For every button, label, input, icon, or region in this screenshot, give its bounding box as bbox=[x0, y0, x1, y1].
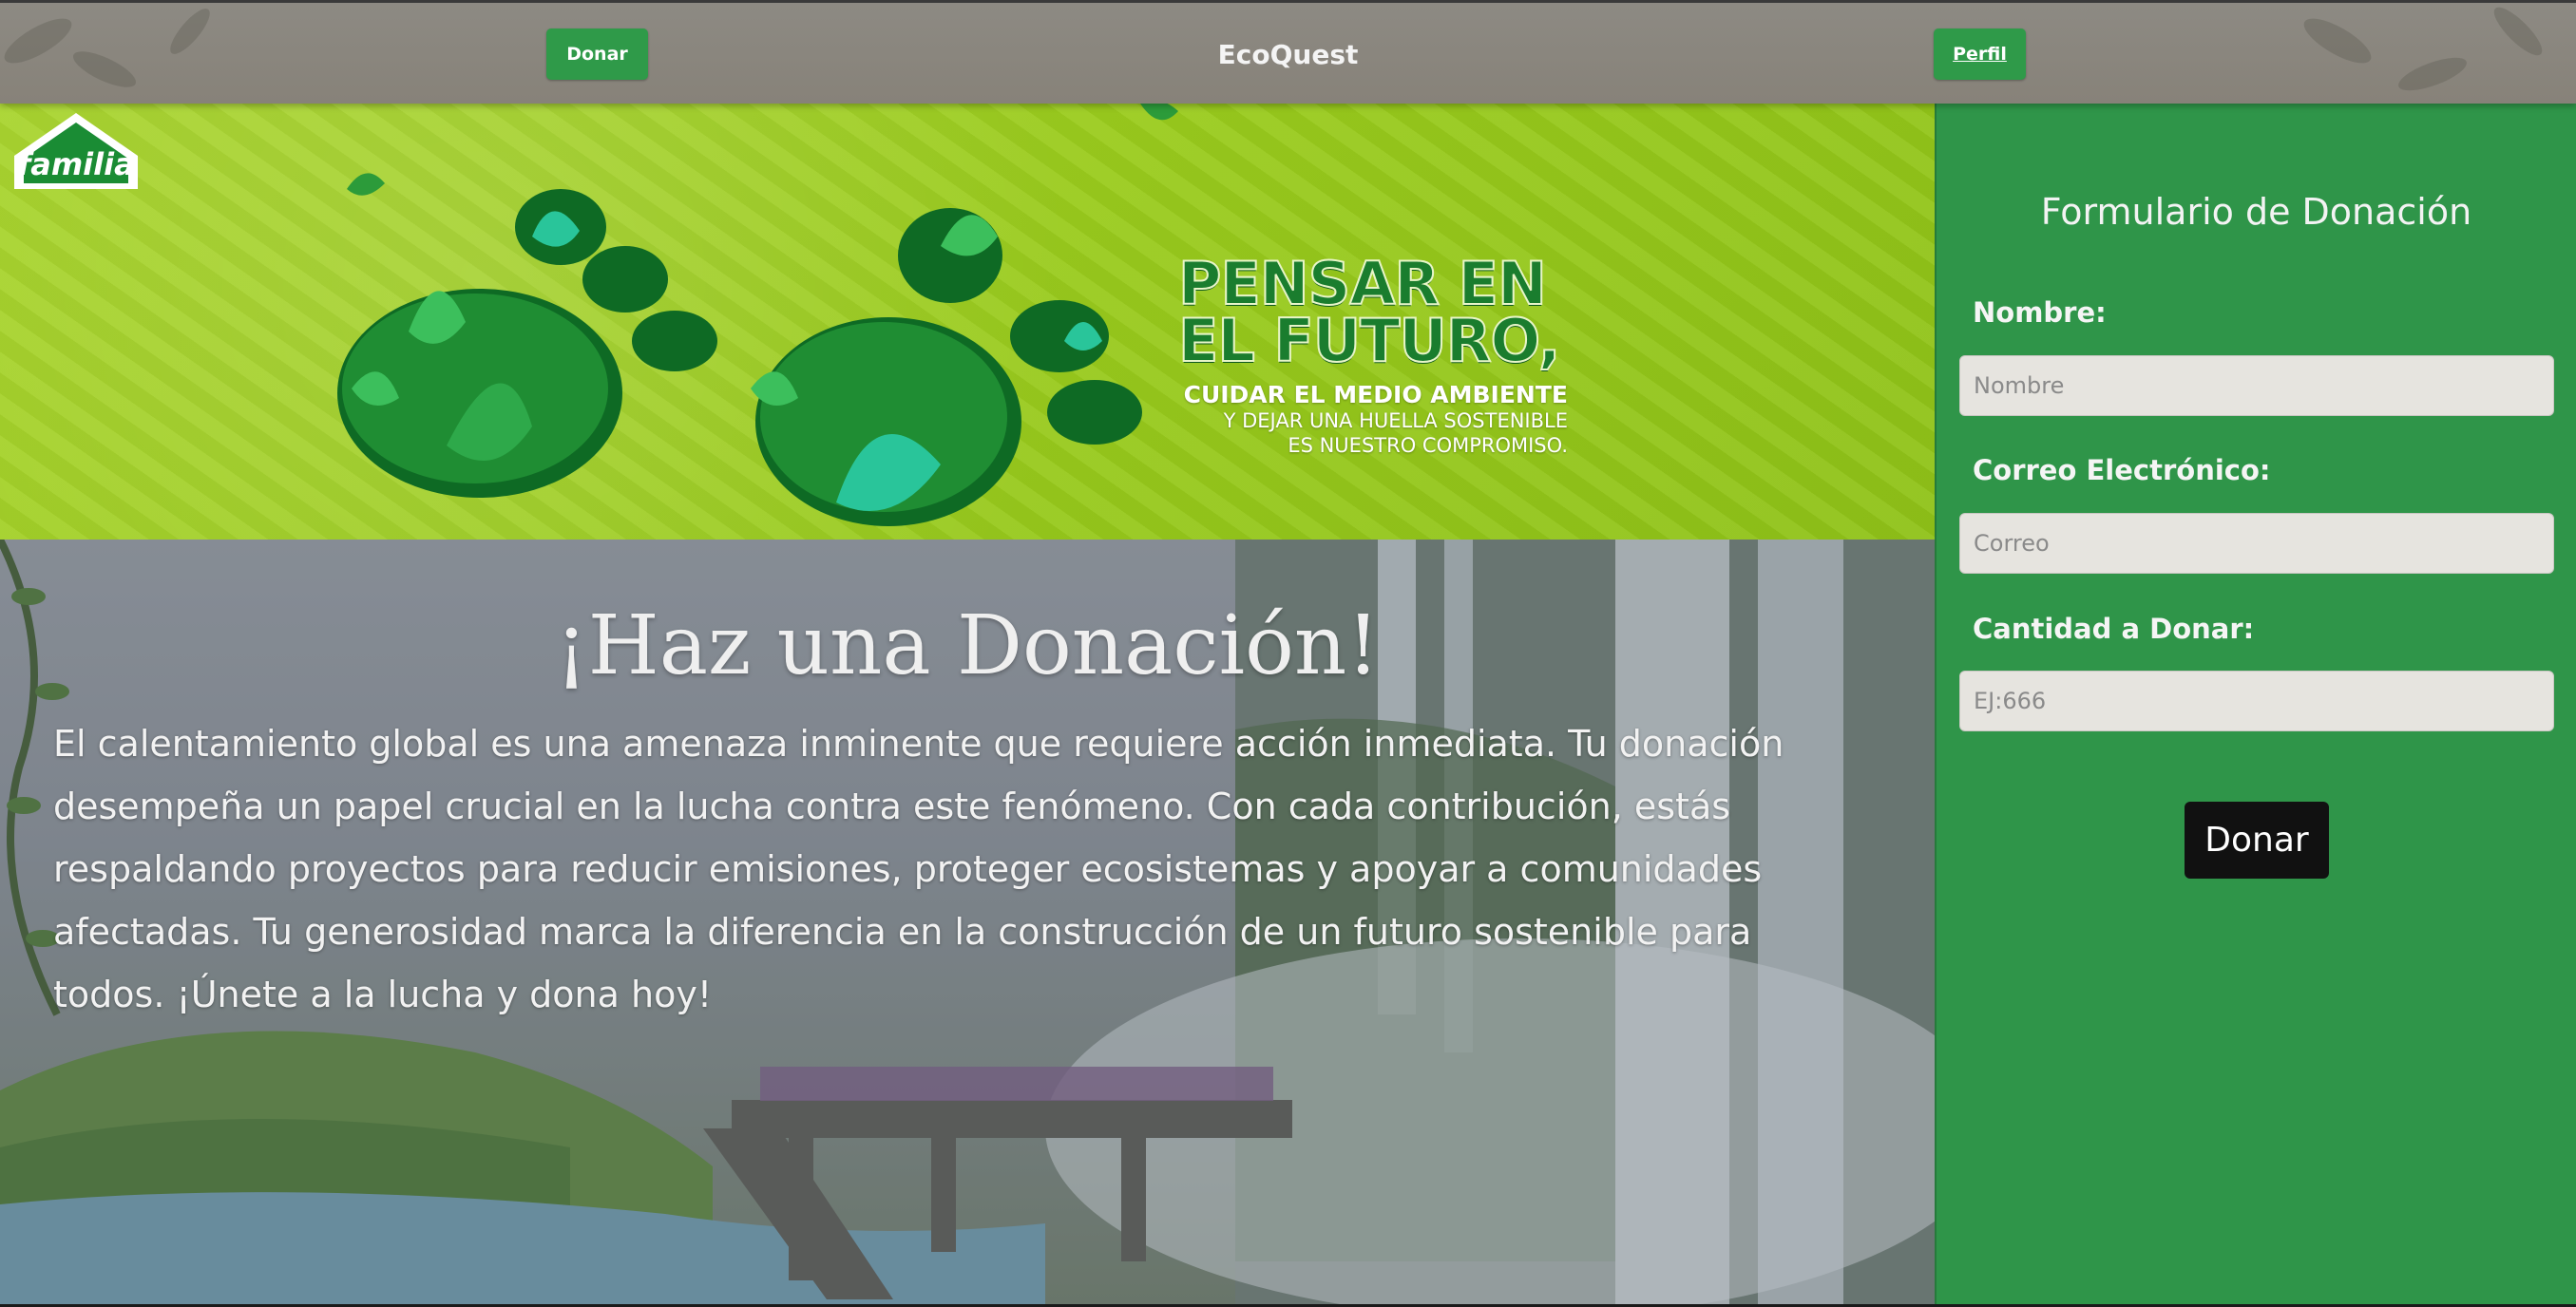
hero-description: El calentamiento global es una amenaza i… bbox=[53, 723, 1784, 1015]
familia-logo: familia bbox=[14, 113, 138, 189]
banner-headline-2: EL FUTURO, bbox=[1177, 306, 1561, 375]
brand-title[interactable]: EcoQuest bbox=[0, 39, 2576, 70]
form-title: Formulario de Donación bbox=[2040, 191, 2472, 233]
name-label: Nombre: bbox=[1973, 296, 2107, 329]
donation-form-panel: Formulario de Donación Nombre: Correo El… bbox=[1935, 104, 2576, 1304]
banner-subline-2: Y DEJAR UNA HUELLA SOSTENIBLE bbox=[1223, 409, 1568, 432]
amount-input[interactable] bbox=[1959, 671, 2554, 731]
top-navbar: Donar EcoQuest Perfil bbox=[0, 0, 2576, 104]
paw-print-left bbox=[337, 189, 717, 498]
svg-text:familia: familia bbox=[17, 146, 134, 182]
amount-label: Cantidad a Donar: bbox=[1973, 613, 2255, 645]
footprint-leaves-illustration bbox=[337, 104, 1178, 526]
hero-title: ¡Haz una Donación! bbox=[555, 598, 1380, 693]
hero-section: ¡Haz una Donación! El calentamiento glob… bbox=[0, 540, 1935, 1304]
email-input[interactable] bbox=[1959, 513, 2554, 574]
paw-print-right bbox=[751, 208, 1142, 526]
banner-subline-3: ES NUESTRO COMPROMISO. bbox=[1288, 434, 1568, 457]
nav-profile-button[interactable]: Perfil bbox=[1934, 28, 2026, 80]
email-label: Correo Electrónico: bbox=[1973, 454, 2271, 486]
banner-headline-1: PENSAR EN bbox=[1177, 249, 1548, 318]
banner-slogan: PENSAR EN EL FUTURO, CUIDAR EL MEDIO AMB… bbox=[1177, 249, 1568, 458]
promo-banner: familia PENSAR EN EL FUTURO, CUIDAR EL M… bbox=[0, 104, 1935, 540]
submit-donation-button[interactable]: Donar bbox=[2185, 802, 2329, 879]
name-input[interactable] bbox=[1959, 355, 2554, 416]
banner-subline-1: CUIDAR EL MEDIO AMBIENTE bbox=[1183, 381, 1568, 408]
